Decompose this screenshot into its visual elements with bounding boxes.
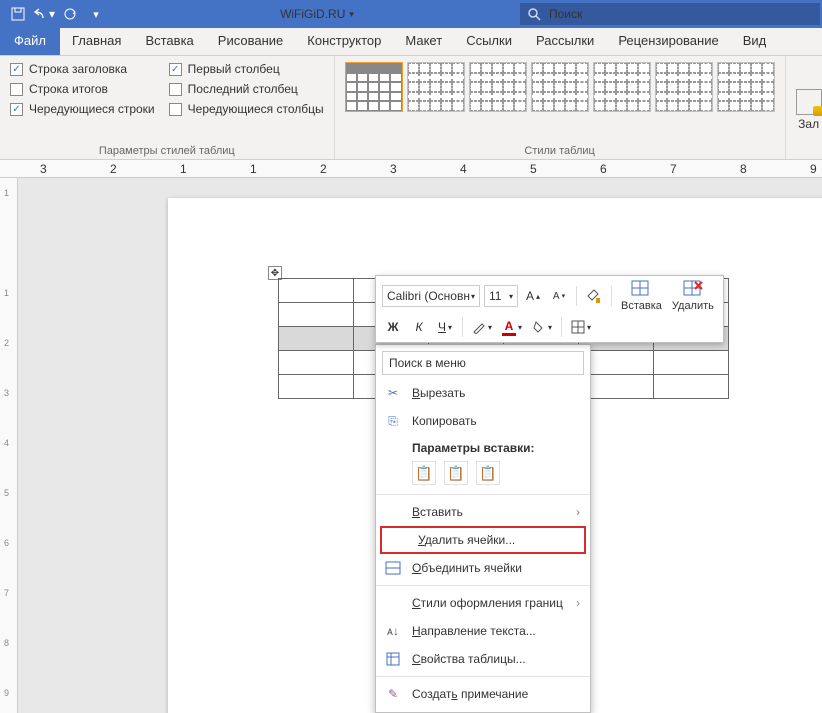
table-style-3[interactable]: [531, 62, 589, 112]
paste-merge[interactable]: 📋: [444, 461, 468, 485]
checkbox-label: Чередующиеся столбцы: [188, 102, 324, 116]
checkbox[interactable]: [169, 83, 182, 96]
paste-options: 📋 📋 📋: [376, 459, 590, 491]
save-button[interactable]: [6, 2, 30, 26]
table-props-icon: [384, 652, 402, 666]
table-style-0[interactable]: [345, 62, 403, 112]
tab-view[interactable]: Вид: [731, 28, 779, 55]
group-title-styles: Стили таблиц: [345, 143, 775, 157]
menu-text-direction[interactable]: ᴀ↓Направление текста...: [376, 617, 590, 645]
pen-color-button[interactable]: ▾: [469, 316, 495, 338]
checkbox-label: Строка итогов: [29, 82, 108, 96]
paste-text-only[interactable]: 📋: [476, 461, 500, 485]
search-placeholder: Поиск: [549, 7, 582, 21]
document-title: WiFiGiD.RU▾: [114, 7, 520, 21]
shading-icon: [796, 89, 822, 115]
checkbox[interactable]: ✓: [10, 63, 23, 76]
ribbon: ✓ Строка заголовка Строка итогов ✓ Чередующи…: [0, 56, 822, 160]
checkbox-label: Чередующиеся строки: [29, 102, 155, 116]
table-style-1[interactable]: [407, 62, 465, 112]
group-table-styles: Стили таблиц: [335, 56, 786, 159]
menu-copy[interactable]: ⎘Копировать: [376, 407, 590, 435]
chevron-right-icon: ›: [576, 505, 580, 519]
table-styles-gallery[interactable]: [345, 60, 775, 143]
font-size-select[interactable]: 11▾: [484, 285, 518, 307]
font-family-select[interactable]: Calibri (Основн▾: [382, 285, 480, 307]
bold-button[interactable]: Ж: [382, 316, 404, 338]
tab-insert[interactable]: Вставка: [133, 28, 205, 55]
tab-review[interactable]: Рецензирование: [606, 28, 730, 55]
paste-keep-formatting[interactable]: 📋: [412, 461, 436, 485]
paste-options-header: Параметры вставки:: [376, 435, 590, 459]
horizontal-ruler: 321123456789: [0, 160, 822, 178]
italic-button[interactable]: К: [408, 316, 430, 338]
tab-mailings[interactable]: Рассылки: [524, 28, 606, 55]
check-left-0[interactable]: ✓ Строка заголовка: [10, 62, 155, 76]
checkbox[interactable]: ✓: [169, 63, 182, 76]
menu-delete-cells[interactable]: Удалить ячейки...: [380, 526, 586, 554]
shading-label: Зал: [798, 117, 819, 131]
qat-customize[interactable]: ▾: [84, 2, 108, 26]
tab-home[interactable]: Главная: [60, 28, 133, 55]
format-painter-button[interactable]: [583, 285, 605, 307]
font-color-button[interactable]: А▾: [499, 316, 525, 338]
merge-icon: [384, 561, 402, 575]
check-right-2[interactable]: Чередующиеся столбцы: [169, 102, 324, 116]
comment-icon: ✎: [384, 687, 402, 701]
menu-insert[interactable]: Вставить›: [376, 498, 590, 526]
tab-file[interactable]: Файл: [0, 28, 60, 55]
check-left-2[interactable]: ✓ Чередующиеся строки: [10, 102, 155, 116]
quick-access-toolbar: ▾ ▾: [0, 0, 114, 28]
decrease-font-button[interactable]: A▾: [548, 285, 570, 307]
checkbox[interactable]: ✓: [10, 103, 23, 116]
checkbox[interactable]: [169, 103, 182, 116]
delete-split[interactable]: Удалить: [669, 280, 717, 312]
title-bar: ▾ ▾ WiFiGiD.RU▾ Поиск: [0, 0, 822, 28]
menu-search[interactable]: Поиск в меню: [382, 351, 584, 375]
menu-border-styles[interactable]: Стили оформления границ›: [376, 589, 590, 617]
menu-table-properties[interactable]: Свойства таблицы...: [376, 645, 590, 673]
shading-mini-button[interactable]: ▾: [529, 316, 555, 338]
checkbox-label: Первый столбец: [188, 62, 280, 76]
checkbox-label: Строка заголовка: [29, 62, 127, 76]
check-left-1[interactable]: Строка итогов: [10, 82, 155, 96]
group-table-style-options: ✓ Строка заголовка Строка итогов ✓ Чередующи…: [0, 56, 335, 159]
table-style-2[interactable]: [469, 62, 527, 112]
search-icon: [528, 8, 541, 21]
menu-merge-cells[interactable]: Объединить ячейки: [376, 554, 590, 582]
tab-design[interactable]: Конструктор: [295, 28, 393, 55]
group-title-options: Параметры стилей таблиц: [10, 143, 324, 157]
tab-draw[interactable]: Рисование: [206, 28, 295, 55]
insert-split[interactable]: Вставка: [618, 280, 665, 312]
menu-new-comment[interactable]: ✎Создать примечание: [376, 680, 590, 708]
text-direction-icon: ᴀ↓: [384, 624, 402, 638]
underline-button[interactable]: Ч▾: [434, 316, 456, 338]
table-style-5[interactable]: [655, 62, 713, 112]
copy-icon: ⎘: [384, 414, 402, 429]
shading-button[interactable]: Зал: [786, 56, 822, 159]
cut-icon: ✂: [384, 386, 402, 400]
ribbon-tabs: Файл Главная Вставка Рисование Конструкт…: [0, 28, 822, 56]
checkbox-label: Последний столбец: [188, 82, 298, 96]
tab-references[interactable]: Ссылки: [454, 28, 524, 55]
increase-font-button[interactable]: A▴: [522, 285, 544, 307]
context-menu: Поиск в меню ✂ВВырезатьырезать ⎘Копирова…: [375, 344, 591, 713]
undo-button[interactable]: ▾: [32, 2, 56, 26]
menu-cut[interactable]: ✂ВВырезатьырезать: [376, 379, 590, 407]
checkbox[interactable]: [10, 83, 23, 96]
search-box[interactable]: Поиск: [520, 3, 820, 25]
check-right-1[interactable]: Последний столбец: [169, 82, 324, 96]
chevron-right-icon: ›: [576, 596, 580, 610]
table-style-6[interactable]: [717, 62, 775, 112]
mini-toolbar: Calibri (Основн▾ 11▾ A▴ A▾ Вставка Удали…: [375, 275, 724, 343]
vertical-ruler: 1123456789: [0, 178, 18, 713]
tab-layout[interactable]: Макет: [393, 28, 454, 55]
check-right-0[interactable]: ✓ Первый столбец: [169, 62, 324, 76]
borders-mini-button[interactable]: ▾: [568, 316, 594, 338]
redo-button[interactable]: [58, 2, 82, 26]
table-style-4[interactable]: [593, 62, 651, 112]
